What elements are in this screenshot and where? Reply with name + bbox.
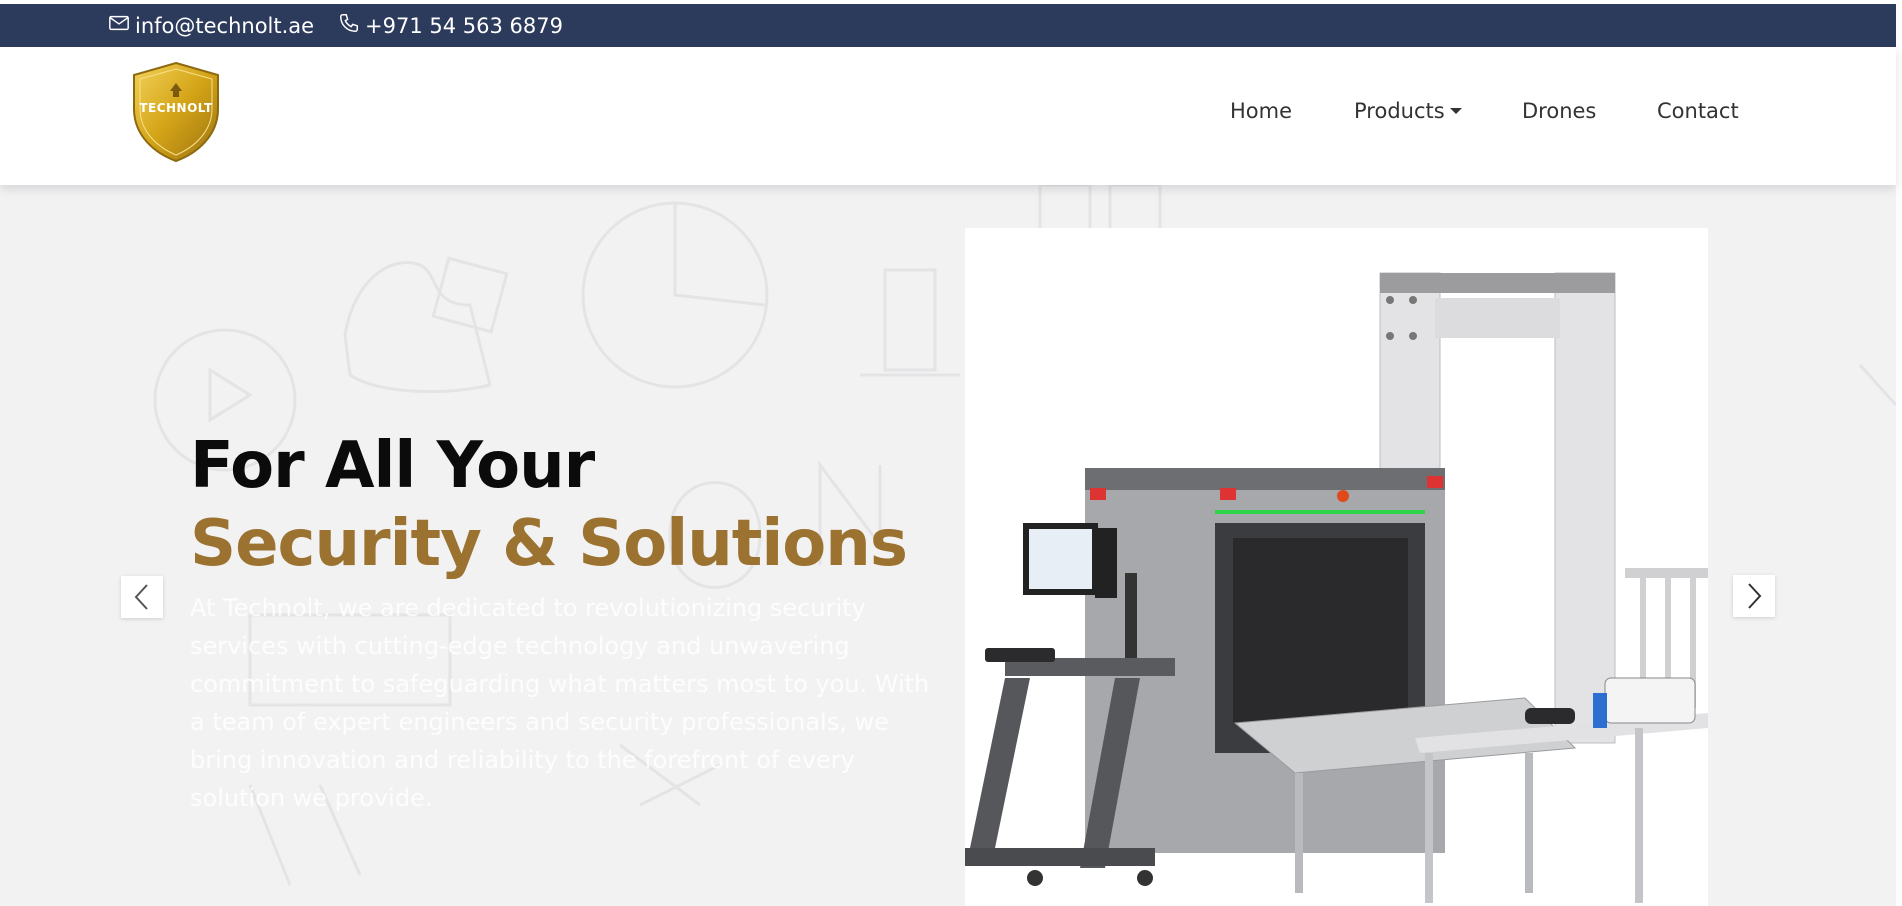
phone-text[interactable]: +971 54 563 6879 xyxy=(365,14,563,38)
nav-contact[interactable]: Contact xyxy=(1657,99,1739,123)
phone-contact[interactable]: +971 54 563 6879 xyxy=(338,12,563,39)
hero-description: At Technolt, we are dedicated to revolut… xyxy=(190,594,930,812)
logo-text: TECHNOLT xyxy=(139,101,213,115)
nav-drones[interactable]: Drones xyxy=(1522,99,1596,123)
headline-line1: For All Your xyxy=(190,429,595,503)
main-navbar: TECHNOLT Home Products Drones Contact xyxy=(0,47,1896,185)
email-text[interactable]: info@technolt.ae xyxy=(135,14,314,38)
chevron-right-icon xyxy=(1748,583,1762,609)
chevron-left-icon xyxy=(134,584,148,610)
nav-products-dropdown[interactable]: Products xyxy=(1354,99,1462,123)
email-contact[interactable]: info@technolt.ae xyxy=(108,12,314,39)
hero-carousel: For All Your Security & Solutions At Tec… xyxy=(0,185,1896,906)
envelope-icon xyxy=(108,12,135,39)
xray-scanner-image xyxy=(965,228,1708,906)
caret-down-icon xyxy=(1449,108,1462,114)
technolt-logo[interactable]: TECHNOLT xyxy=(130,61,222,163)
nav-products-label: Products xyxy=(1354,99,1445,123)
carousel-prev-button[interactable] xyxy=(121,576,163,618)
phone-icon xyxy=(338,12,365,39)
top-contact-bar: info@technolt.ae +971 54 563 6879 xyxy=(0,4,1896,47)
hero-headline: For All Your Security & Solutions xyxy=(190,427,908,583)
carousel-next-button[interactable] xyxy=(1733,575,1775,617)
nav-home[interactable]: Home xyxy=(1230,99,1292,123)
headline-line2: Security & Solutions xyxy=(190,507,908,581)
